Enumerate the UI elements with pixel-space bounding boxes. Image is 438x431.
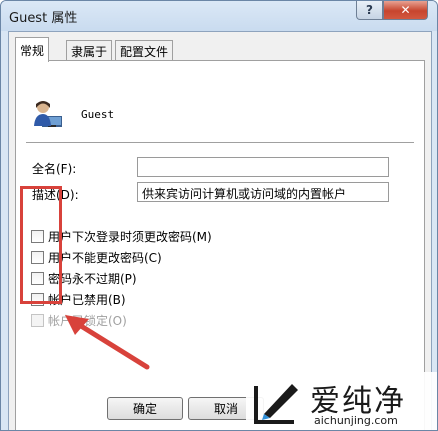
checkbox-box xyxy=(31,313,44,327)
tab-member-of[interactable]: 隶属于 xyxy=(66,40,113,61)
checkbox-box[interactable] xyxy=(31,250,44,264)
tab-profile[interactable]: 配置文件 xyxy=(115,40,174,61)
title-bar[interactable]: Guest 属性 ? ✕ xyxy=(1,1,437,31)
checkbox-password-never-expires[interactable]: 密码永不过期(P) xyxy=(31,270,137,286)
checkbox-account-disabled[interactable]: 帐户已禁用(B) xyxy=(31,291,126,307)
user-icon xyxy=(34,101,62,127)
checkbox-label: 用户下次登录时须更改密码(M) xyxy=(48,229,212,244)
help-button[interactable]: ? xyxy=(356,1,383,20)
user-name: Guest xyxy=(81,108,115,121)
checkbox-box[interactable] xyxy=(31,271,44,285)
checkbox-label: 用户不能更改密码(C) xyxy=(48,250,162,265)
watermark-url: aichunjing.com xyxy=(314,414,398,427)
separator xyxy=(26,142,414,144)
annotation-arrow-icon xyxy=(65,315,150,370)
fullname-label: 全名(F): xyxy=(32,162,77,176)
checkbox-label: 密码永不过期(P) xyxy=(48,271,137,286)
tab-general[interactable]: 常规 xyxy=(15,37,50,62)
checkbox-label: 帐户已禁用(B) xyxy=(48,292,126,307)
description-label: 描述(D): xyxy=(32,188,79,202)
close-button[interactable]: ✕ xyxy=(383,1,428,20)
ok-button[interactable]: 确定 xyxy=(107,397,183,420)
watermark: 爱纯净 aichunjing.com xyxy=(246,372,437,430)
fullname-field[interactable] xyxy=(137,157,389,177)
checkbox-must-change-password[interactable]: 用户下次登录时须更改密码(M) xyxy=(31,228,212,244)
checkbox-box[interactable] xyxy=(31,292,44,306)
properties-dialog: Guest 属性 ? ✕ 常规 隶属于 配置文件 Guest 全名(F): 描述… xyxy=(0,0,438,431)
dialog-body: 常规 隶属于 配置文件 Guest 全名(F): 描述(D): 供来宾访问计算机… xyxy=(8,31,432,430)
window-title: Guest 属性 xyxy=(9,11,78,26)
description-field[interactable]: 供来宾访问计算机或访问域的内置帐户 xyxy=(137,182,389,202)
logo-icon xyxy=(254,384,298,424)
checkbox-cannot-change-password[interactable]: 用户不能更改密码(C) xyxy=(31,249,162,265)
checkbox-box[interactable] xyxy=(31,229,44,243)
